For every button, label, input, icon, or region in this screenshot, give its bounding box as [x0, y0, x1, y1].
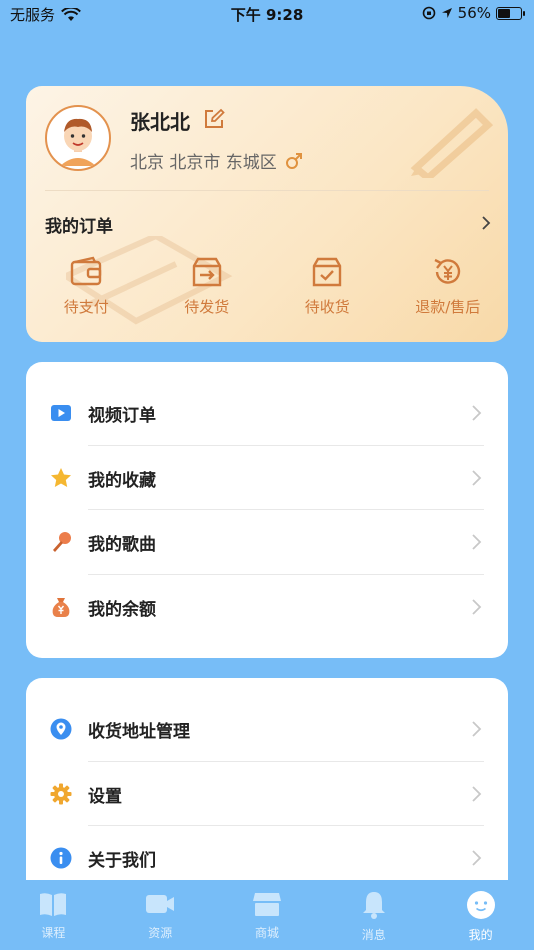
- menu-label: 视频订单: [88, 405, 156, 426]
- chevron-right-icon[interactable]: [481, 215, 491, 231]
- tab-label: 商城: [254, 926, 279, 940]
- check-box-icon: [313, 257, 342, 287]
- menu-item-my-songs[interactable]: 我的歌曲: [26, 510, 508, 574]
- menu-card-primary: 视频订单 我的收藏 我的歌曲 我的余额: [26, 362, 508, 658]
- edit-icon[interactable]: [203, 108, 225, 130]
- order-label: 待收货: [304, 298, 350, 316]
- profile-card: 张北北 北京 北京市 东城区 我的订单 待支付 待发货 待收货 退款/售后: [26, 86, 508, 342]
- chevron-right-icon: [472, 786, 482, 802]
- order-refund[interactable]: 退款/售后: [388, 256, 509, 317]
- menu-label: 我的歌曲: [88, 534, 156, 555]
- tab-label: 课程: [41, 926, 66, 940]
- menu-item-settings[interactable]: 设置: [26, 762, 508, 826]
- gear-icon: [50, 783, 72, 805]
- face-icon: [466, 891, 495, 919]
- menu-label: 设置: [88, 786, 122, 807]
- order-label: 待支付: [63, 298, 109, 316]
- my-orders-title[interactable]: 我的订单: [45, 212, 113, 237]
- camera-icon: [146, 895, 175, 913]
- profile-divider: [45, 190, 489, 191]
- pen-watermark-icon: [410, 108, 494, 178]
- video-icon: [50, 402, 72, 424]
- location-pin-icon: [50, 718, 72, 740]
- avatar[interactable]: [45, 105, 111, 171]
- chevron-right-icon: [472, 534, 482, 550]
- menu-item-video-orders[interactable]: 视频订单: [26, 381, 508, 445]
- order-label: 待发货: [184, 298, 230, 316]
- menu-card-secondary: 收货地址管理 设置 关于我们: [26, 678, 508, 898]
- tab-bar: 课程 资源 商城 消息 我的: [0, 880, 534, 950]
- tab-resources[interactable]: 资源: [107, 880, 214, 950]
- order-label: 退款/售后: [415, 298, 481, 316]
- tab-courses[interactable]: 课程: [0, 880, 107, 950]
- chevron-right-icon: [472, 405, 482, 421]
- tab-shop[interactable]: 商城: [214, 880, 321, 950]
- status-bar: 无服务 下午 9:28 56%: [0, 0, 534, 30]
- order-pending-payment[interactable]: 待支付: [26, 256, 147, 317]
- star-icon: [50, 467, 72, 489]
- book-icon: [40, 893, 67, 916]
- menu-item-address[interactable]: 收货地址管理: [26, 697, 508, 761]
- location-text: 北京 北京市 东城区: [130, 153, 277, 173]
- menu-item-favorites[interactable]: 我的收藏: [26, 446, 508, 510]
- tab-label: 消息: [361, 928, 386, 942]
- tab-label: 资源: [148, 926, 173, 940]
- battery-percent: 56%: [457, 4, 491, 22]
- tab-label: 我的: [468, 928, 493, 942]
- chevron-right-icon: [472, 721, 482, 737]
- bell-icon: [362, 892, 385, 919]
- refund-icon: [434, 258, 460, 284]
- chevron-right-icon: [472, 850, 482, 866]
- shipping-box-icon: [192, 257, 221, 287]
- menu-item-balance[interactable]: 我的余额: [26, 575, 508, 639]
- menu-label: 收货地址管理: [88, 721, 190, 742]
- avatar-image: [48, 108, 108, 168]
- order-pending-receipt[interactable]: 待收货: [267, 256, 388, 317]
- info-icon: [50, 847, 72, 869]
- status-right: 56%: [422, 4, 525, 22]
- wallet-icon: [71, 256, 102, 286]
- orientation-lock-icon: [422, 6, 435, 20]
- order-pending-shipment[interactable]: 待发货: [147, 256, 268, 317]
- user-name: 张北北: [130, 110, 190, 134]
- menu-label: 我的余额: [88, 599, 156, 620]
- money-bag-icon: [50, 596, 72, 618]
- chevron-right-icon: [472, 599, 482, 615]
- menu-label: 我的收藏: [88, 470, 156, 491]
- menu-label: 关于我们: [88, 850, 156, 871]
- male-icon: [285, 152, 302, 169]
- chevron-right-icon: [472, 470, 482, 486]
- microphone-icon: [50, 531, 72, 553]
- tab-mine[interactable]: 我的: [427, 880, 534, 950]
- order-status-list: 待支付 待发货 待收货 退款/售后: [26, 256, 508, 317]
- battery-icon: [496, 6, 525, 20]
- location-arrow-icon: [441, 8, 452, 18]
- tab-messages[interactable]: 消息: [320, 880, 427, 950]
- location-row: 北京 北京市 东城区: [130, 148, 303, 173]
- shop-icon: [252, 893, 281, 916]
